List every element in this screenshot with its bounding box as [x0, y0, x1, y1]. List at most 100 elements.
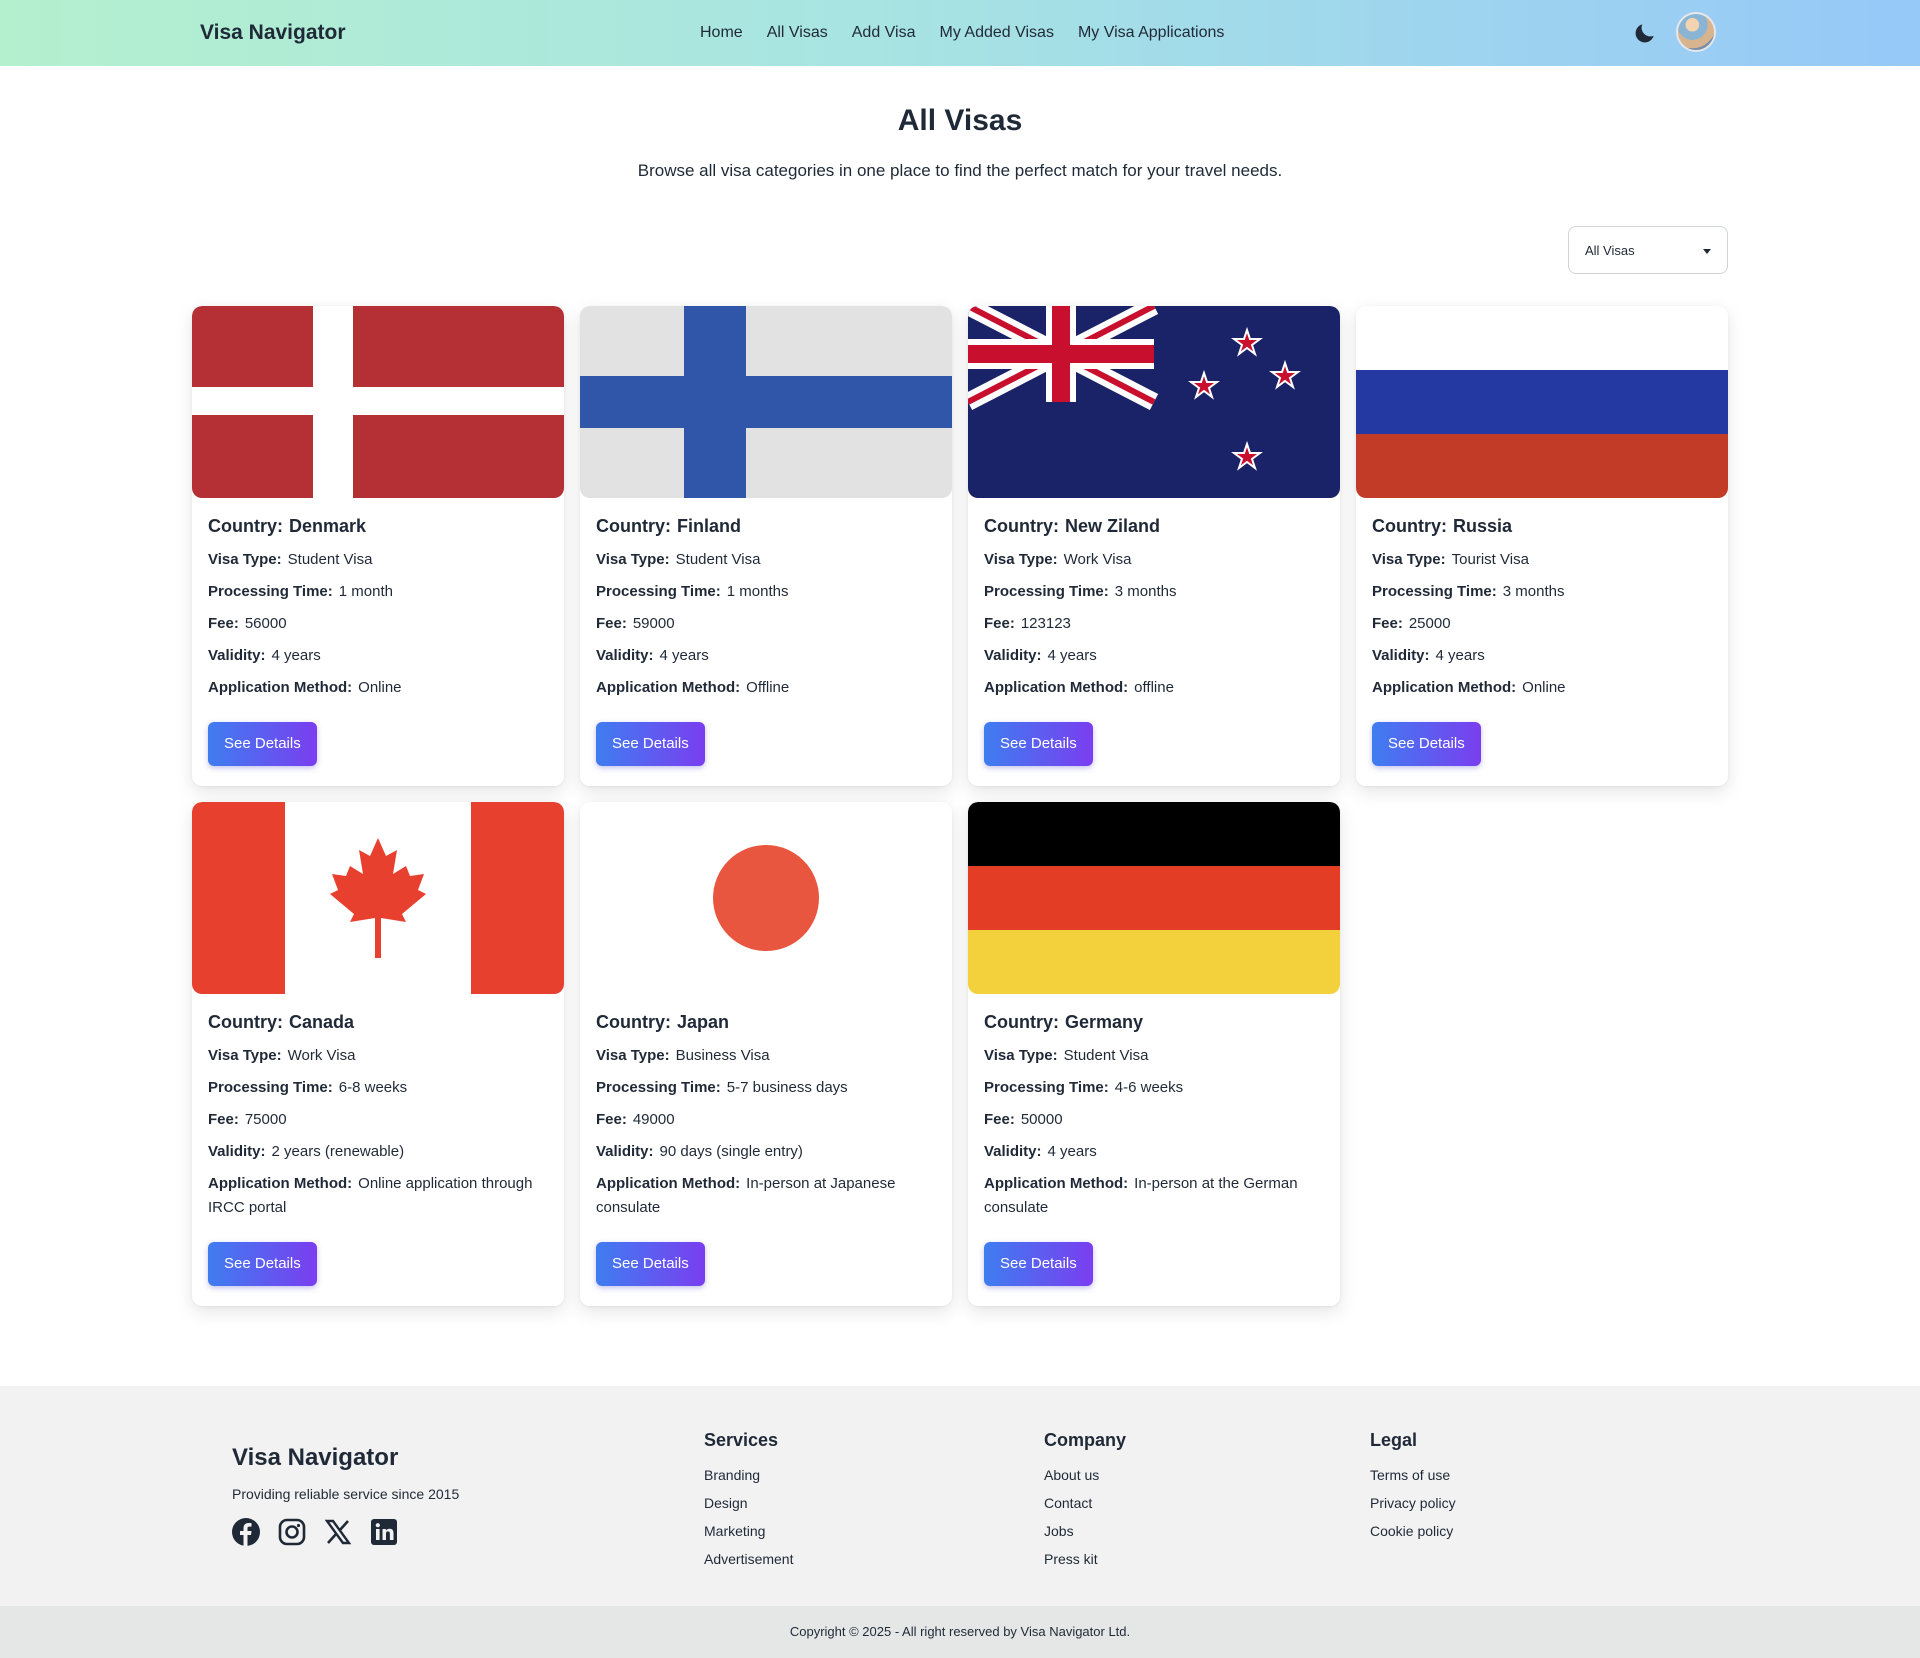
linkedin-icon[interactable]	[370, 1518, 398, 1546]
country-label: Country:	[984, 1012, 1059, 1032]
page-subtitle: Browse all visa categories in one place …	[637, 161, 1283, 180]
fee-value: 49000	[632, 1111, 675, 1128]
fee-label: Fee:	[984, 1111, 1015, 1128]
validity-label: Validity:	[984, 1143, 1042, 1160]
visa-type-filter-select[interactable]: All Visas	[1568, 226, 1728, 274]
moon-icon[interactable]	[1632, 20, 1658, 46]
processing-time-value: 3 months	[1502, 583, 1565, 600]
visa-card: Country: Canada Visa Type: Work Visa Proce…	[192, 802, 564, 1306]
validity-label: Validity:	[984, 647, 1042, 664]
nav-link-my-added-visas[interactable]: My Added Visas	[940, 24, 1054, 42]
footer-link-terms-of-use[interactable]: Terms of use	[1370, 1461, 1456, 1489]
visa-type-value: Student Visa	[675, 551, 761, 568]
application-method-label: Application Method:	[596, 679, 741, 696]
processing-time-label: Processing Time:	[208, 583, 333, 600]
footer-link-design[interactable]: Design	[704, 1489, 793, 1517]
filter-selected-value: All Visas	[1585, 242, 1635, 258]
validity-label: Validity:	[208, 1143, 266, 1160]
processing-time-label: Processing Time:	[596, 583, 721, 600]
facebook-icon[interactable]	[232, 1518, 260, 1546]
processing-time-value: 4-6 weeks	[1114, 1079, 1184, 1096]
footer-column-title: Services	[704, 1430, 779, 1450]
visa-type-value: Student Visa	[1063, 1047, 1149, 1064]
visa-type-label: Visa Type:	[596, 1047, 670, 1064]
see-details-button[interactable]: See Details	[596, 1242, 705, 1286]
validity-value: 2 years (renewable)	[271, 1143, 405, 1160]
processing-time-value: 1 months	[726, 583, 789, 600]
footer-link-about-us[interactable]: About us	[1044, 1461, 1126, 1489]
validity-value: 4 years	[1047, 647, 1097, 664]
canada-flag	[192, 802, 564, 994]
footer-tagline: Providing reliable service since 2015	[232, 1486, 460, 1502]
processing-time-value: 6-8 weeks	[338, 1079, 408, 1096]
avatar[interactable]	[1676, 12, 1716, 52]
see-details-button[interactable]: See Details	[208, 722, 317, 766]
application-method-value: Offline	[746, 679, 790, 696]
fee-value: 123123	[1020, 615, 1071, 632]
footer-brand: Visa Navigator	[232, 1444, 399, 1471]
visa-card: Country: Germany Visa Type: Student Visa P…	[968, 802, 1340, 1306]
application-method-label: Application Method:	[1372, 679, 1517, 696]
fee-label: Fee:	[596, 1111, 627, 1128]
visa-type-value: Student Visa	[287, 551, 373, 568]
instagram-icon[interactable]	[278, 1518, 306, 1546]
footer: Visa Navigator Providing reliable servic…	[0, 1386, 1920, 1606]
russia-flag	[1356, 306, 1728, 498]
visa-card: Country: Russia Visa Type: Tourist Visa Pr…	[1356, 306, 1728, 786]
see-details-button[interactable]: See Details	[1372, 722, 1481, 766]
processing-time-label: Processing Time:	[596, 1079, 721, 1096]
see-details-button[interactable]: See Details	[984, 1242, 1093, 1286]
visa-card: Country: New Ziland Visa Type: Work Visa P…	[968, 306, 1340, 786]
processing-time-label: Processing Time:	[208, 1079, 333, 1096]
visa-type-label: Visa Type:	[208, 1047, 282, 1064]
fee-label: Fee:	[208, 615, 239, 632]
processing-time-label: Processing Time:	[984, 1079, 1109, 1096]
footer-link-contact[interactable]: Contact	[1044, 1489, 1126, 1517]
visa-type-value: Tourist Visa	[1451, 551, 1529, 568]
application-method-label: Application Method:	[984, 1175, 1129, 1192]
country-label: Country:	[208, 1012, 283, 1032]
footer-link-advertisement[interactable]: Advertisement	[704, 1545, 793, 1573]
validity-value: 4 years	[271, 647, 321, 664]
country-value: New Ziland	[1065, 516, 1161, 536]
processing-time-value: 3 months	[1114, 583, 1177, 600]
country-value: Canada	[289, 1012, 355, 1032]
visa-type-value: Work Visa	[287, 1047, 356, 1064]
footer-link-cookie-policy[interactable]: Cookie policy	[1370, 1517, 1456, 1545]
footer-link-jobs[interactable]: Jobs	[1044, 1517, 1126, 1545]
nav-link-home[interactable]: Home	[700, 24, 743, 42]
footer-column-title: Legal	[1370, 1430, 1418, 1450]
nav-link-my-visa-applications[interactable]: My Visa Applications	[1078, 24, 1224, 42]
validity-label: Validity:	[596, 1143, 654, 1160]
new-zealand-flag	[968, 306, 1340, 498]
footer-column-title: Company	[1044, 1430, 1127, 1450]
footer-column-services: Services Branding Design Marketing Adver…	[704, 1430, 793, 1573]
see-details-button[interactable]: See Details	[984, 722, 1093, 766]
fee-label: Fee:	[1372, 615, 1403, 632]
nav-link-add-visa[interactable]: Add Visa	[852, 24, 916, 42]
navbar: Visa Navigator Home All Visas Add Visa M…	[0, 0, 1920, 66]
country-label: Country:	[984, 516, 1059, 536]
see-details-button[interactable]: See Details	[208, 1242, 317, 1286]
nav-links: Home All Visas Add Visa My Added Visas M…	[700, 0, 1224, 66]
footer-link-marketing[interactable]: Marketing	[704, 1517, 793, 1545]
visa-type-label: Visa Type:	[596, 551, 670, 568]
brand-logo[interactable]: Visa Navigator	[200, 0, 346, 66]
validity-label: Validity:	[596, 647, 654, 664]
copyright-text: Copyright © 2025 - All right reserved by…	[0, 1606, 1920, 1658]
fee-label: Fee:	[596, 615, 627, 632]
processing-time-label: Processing Time:	[1372, 583, 1497, 600]
x-icon[interactable]	[324, 1518, 352, 1546]
nav-link-all-visas[interactable]: All Visas	[767, 24, 828, 42]
footer-column-company: Company About us Contact Jobs Press kit	[1044, 1430, 1126, 1573]
visa-type-value: Work Visa	[1063, 551, 1132, 568]
footer-link-press-kit[interactable]: Press kit	[1044, 1545, 1126, 1573]
country-label: Country:	[596, 516, 671, 536]
application-method-value: Online	[1522, 679, 1566, 696]
footer-link-privacy-policy[interactable]: Privacy policy	[1370, 1489, 1456, 1517]
footer-link-branding[interactable]: Branding	[704, 1461, 793, 1489]
application-method-label: Application Method:	[208, 679, 353, 696]
see-details-button[interactable]: See Details	[596, 722, 705, 766]
application-method-label: Application Method:	[596, 1175, 741, 1192]
visa-card: Country: Denmark Visa Type: Student Visa P…	[192, 306, 564, 786]
